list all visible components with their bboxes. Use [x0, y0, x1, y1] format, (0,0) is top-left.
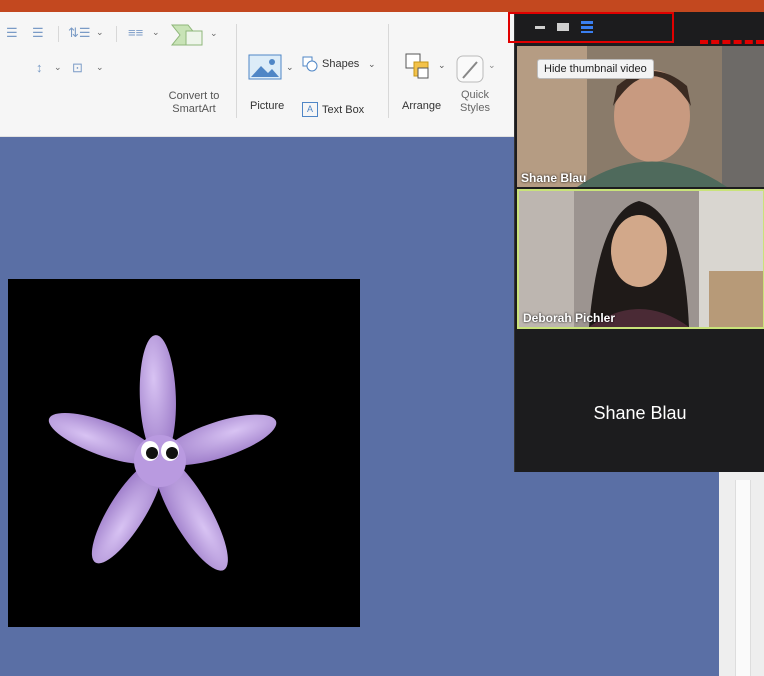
- chevron-down-icon[interactable]: ⌄: [54, 62, 62, 73]
- columns-icon[interactable]: ≡≡: [128, 25, 143, 40]
- divider: [236, 24, 237, 118]
- divider: [116, 26, 117, 42]
- quick-styles-button[interactable]: Quick Styles: [452, 89, 498, 115]
- highlight-box: [508, 12, 674, 43]
- text-box-icon[interactable]: A: [302, 102, 318, 117]
- arrange-button[interactable]: Arrange: [402, 100, 441, 112]
- tooltip: Hide thumbnail video: [537, 59, 654, 79]
- convert-smartart-label: SmartArt: [172, 103, 216, 115]
- line-spacing-icon[interactable]: ⇅☰: [68, 25, 91, 41]
- app-title-bar: [0, 0, 764, 12]
- picture-icon[interactable]: [248, 54, 282, 82]
- participant-name: Deborah Pichler: [523, 311, 616, 325]
- participant-name: Shane Blau: [521, 171, 587, 185]
- increase-indent-icon[interactable]: ☰: [32, 25, 44, 41]
- picture-button[interactable]: Picture: [250, 100, 284, 112]
- chevron-down-icon[interactable]: ⌄: [368, 59, 376, 70]
- text-direction-icon[interactable]: ↕: [36, 60, 43, 75]
- highlight-dashed-line: [700, 40, 764, 44]
- smartart-icon[interactable]: [170, 22, 204, 48]
- quick-styles-label: Styles: [460, 102, 490, 114]
- chevron-down-icon[interactable]: ⌄: [96, 27, 104, 38]
- participant-video: [519, 191, 763, 327]
- quick-styles-label: Quick: [460, 89, 490, 101]
- divider: [58, 26, 59, 42]
- chevron-down-icon[interactable]: ⌄: [210, 28, 218, 39]
- text-box-button[interactable]: Text Box: [322, 104, 364, 116]
- zoom-video-panel: Shane Blau Deborah Pichler Shane Blau: [514, 12, 764, 472]
- shapes-icon[interactable]: [302, 56, 318, 77]
- chevron-down-icon[interactable]: ⌄: [488, 60, 496, 71]
- convert-smartart-button[interactable]: Convert to SmartArt: [162, 90, 226, 116]
- chevron-down-icon[interactable]: ⌄: [286, 62, 294, 73]
- active-speaker-name: Shane Blau: [593, 402, 687, 423]
- vertical-scrollbar[interactable]: [735, 480, 751, 676]
- chevron-down-icon[interactable]: ⌄: [152, 27, 160, 38]
- shapes-button[interactable]: Shapes: [322, 58, 359, 70]
- align-text-icon[interactable]: ⊡: [72, 60, 83, 76]
- participant-video-tile[interactable]: Deborah Pichler: [517, 189, 764, 329]
- chevron-down-icon[interactable]: ⌄: [96, 62, 104, 73]
- convert-smartart-label: Convert to: [168, 90, 220, 102]
- starfish-image[interactable]: [8, 279, 360, 627]
- quick-styles-icon[interactable]: [455, 52, 485, 84]
- decrease-indent-icon[interactable]: ☰: [6, 25, 18, 41]
- chevron-down-icon[interactable]: ⌄: [438, 60, 446, 71]
- divider: [388, 24, 389, 118]
- arrange-icon[interactable]: [404, 52, 434, 82]
